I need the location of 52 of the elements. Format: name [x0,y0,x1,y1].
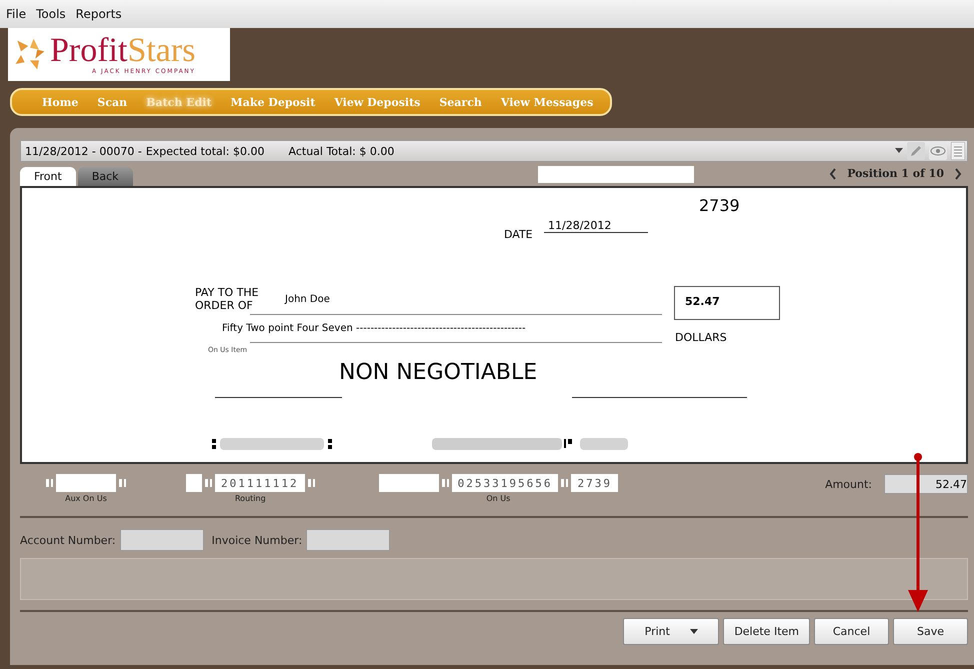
routing-field[interactable]: 201111112 [215,474,305,492]
payee-name: John Doe [285,294,330,305]
aux-on-us-field[interactable] [56,474,116,492]
pay-label: ORDER OF [195,299,253,312]
caret-icon [690,628,698,634]
field-label: Routing [234,494,266,503]
input-field[interactable] [186,474,202,492]
notes-area[interactable] [20,558,968,600]
action-button[interactable]: Cancel [814,618,889,645]
amount-box: 52.47 [674,286,780,320]
input-field[interactable] [538,166,694,183]
date-label: DATE [504,228,533,241]
field-label: Account Number: [20,534,116,546]
brand-name: ProfitStars [50,34,196,68]
stamp-text: NON NEGOTIABLE [339,360,538,385]
next-icon[interactable] [954,168,962,180]
micr-symbol-icon [205,479,212,487]
list-icon[interactable] [951,142,965,160]
field-label: On Us [486,494,510,503]
micr-symbol-icon [442,479,449,487]
action-button[interactable]: Save [893,618,968,645]
serial-field[interactable]: 2739 [571,474,618,492]
pay-label: PAY TO THE [195,286,259,299]
input-field[interactable] [120,529,204,551]
amount-field[interactable]: 52.47 [884,474,968,494]
micr-symbol-icon [46,479,53,487]
micr-symbol-icon [308,479,315,487]
amount-label: Amount: [825,478,872,491]
tab[interactable]: Back [78,167,133,186]
menu-item[interactable]: Reports [76,7,122,21]
check-date: 11/28/2012 [544,219,648,233]
position-label: Position 1 of 10 [847,167,944,180]
dropdown-caret-icon[interactable] [895,148,903,154]
expected-total: Expected total: $0.00 [146,144,264,158]
print-dropdown[interactable]: Print [623,618,720,645]
micr-symbol-icon [561,479,568,487]
previous-icon[interactable] [829,168,838,180]
amount-words: Fifty Two point Four Seven ----------------------------------------------- [222,323,526,334]
check-number: 2739 [699,196,740,215]
menu-item[interactable]: File [6,7,26,21]
on-us-field[interactable]: 02533195656 [452,474,558,492]
menu-item[interactable]: Tools [36,7,66,21]
action-button[interactable]: Delete Item [723,618,810,645]
batch-label: 11/28/2012 - 00070 - [25,144,142,158]
input-field[interactable] [378,474,439,492]
field-label: Aux On Us [65,494,107,503]
input-field[interactable] [306,529,390,551]
dollars-label: DOLLARS [675,331,727,344]
micr-symbol-icon [119,479,126,487]
actual-total: Actual Total: $ 0.00 [288,144,394,158]
tab[interactable]: Front [20,167,76,186]
field-label: Invoice Number: [212,534,302,546]
